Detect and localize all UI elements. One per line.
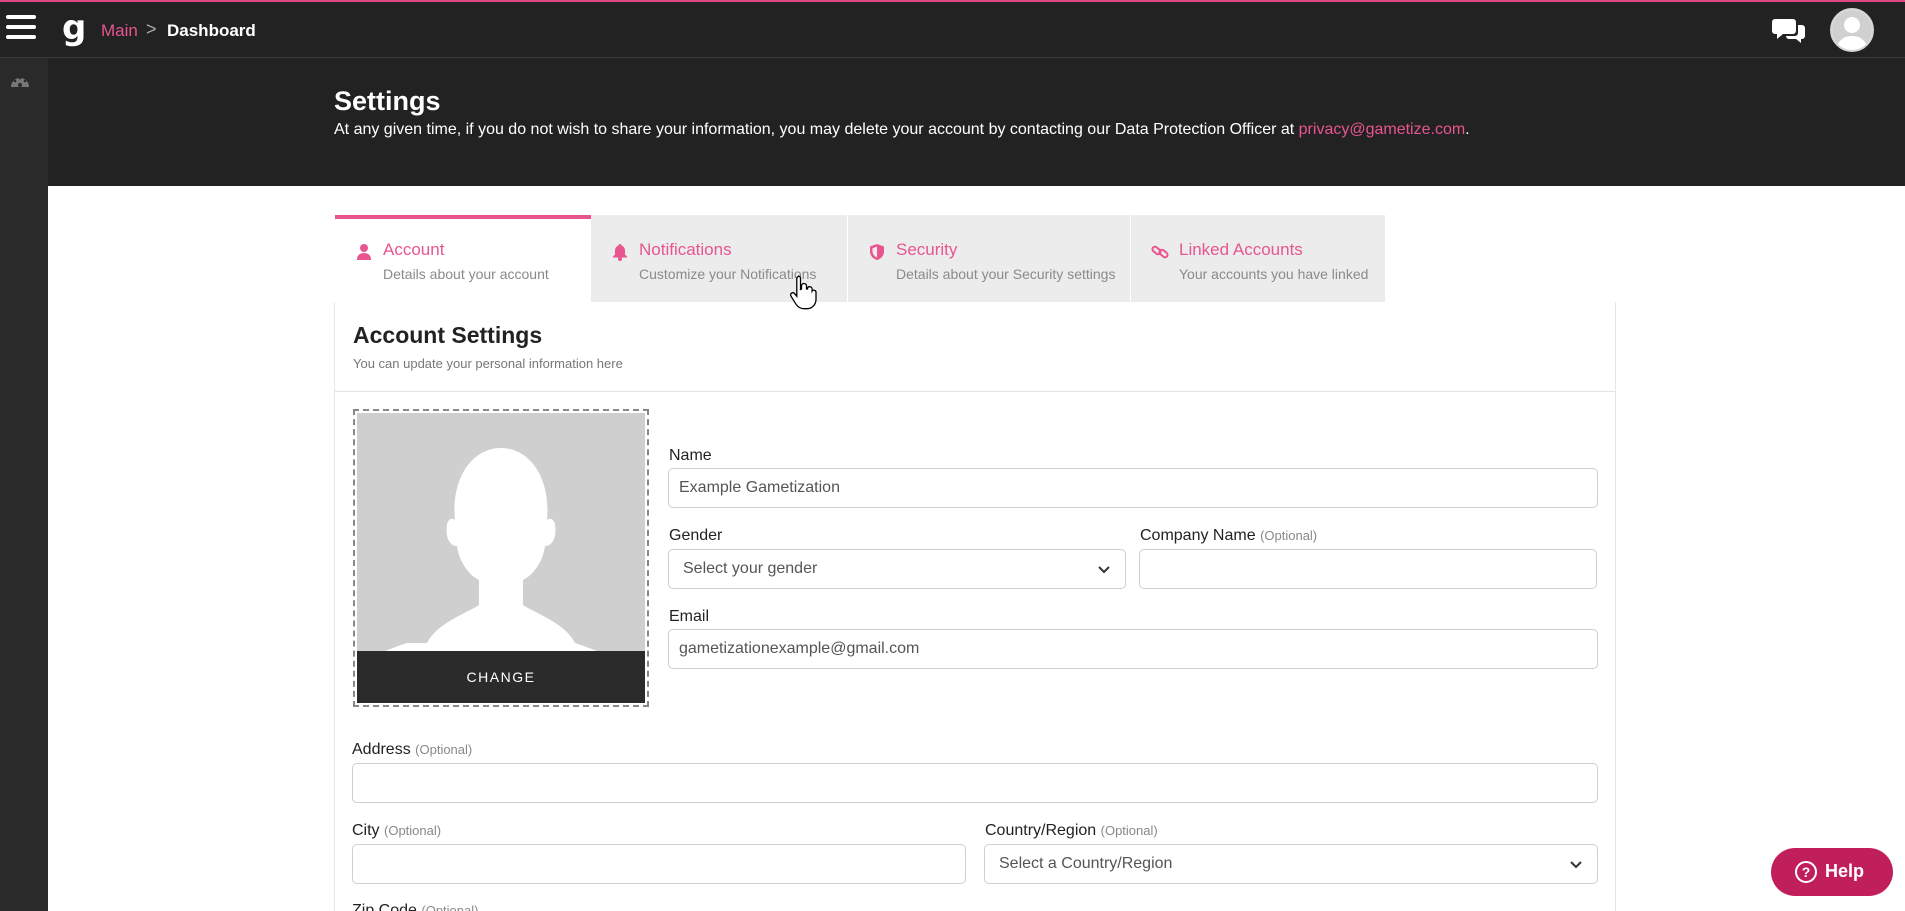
gender-select[interactable]: Select your gender — [668, 549, 1126, 589]
breadcrumb-current: Dashboard — [167, 21, 256, 40]
zip-optional-label: (Optional) — [421, 903, 479, 911]
hamburger-menu-icon[interactable] — [6, 15, 36, 45]
account-settings-card: Account Settings You can update your per… — [334, 302, 1616, 911]
user-avatar[interactable] — [1830, 8, 1874, 52]
tab-account-title: Account — [383, 240, 445, 259]
bell-icon — [613, 244, 627, 261]
change-photo-button[interactable]: CHANGE — [357, 651, 645, 703]
city-input[interactable] — [352, 844, 966, 884]
country-label-text: Country/Region — [985, 822, 1097, 839]
breadcrumb-separator: > — [146, 19, 157, 39]
left-rail — [0, 58, 48, 911]
user-icon — [357, 244, 371, 260]
breadcrumb-main[interactable]: Main — [101, 21, 138, 41]
company-input[interactable] — [1139, 549, 1597, 589]
address-label-text: Address — [352, 741, 411, 758]
dashboard-gauge-icon[interactable] — [9, 71, 31, 91]
account-settings-title: Account Settings — [353, 322, 543, 348]
address-label: Address (Optional) — [352, 741, 472, 759]
company-label: Company Name (Optional) — [1140, 527, 1317, 545]
top-bar: g Main > Dashboard — [0, 0, 1905, 58]
tab-linked-accounts-subtitle: Your accounts you have linked — [1179, 266, 1369, 282]
tab-account-subtitle: Details about your account — [383, 266, 549, 282]
email-label: Email — [669, 608, 709, 626]
name-input[interactable]: Example Gametization — [668, 468, 1598, 508]
country-optional-label: (Optional) — [1100, 823, 1158, 838]
gametize-logo[interactable]: g — [62, 10, 86, 46]
account-settings-subtitle: You can update your personal information… — [353, 356, 623, 371]
country-select-value: Select a Country/Region — [999, 855, 1173, 872]
help-question-icon: ? — [1795, 861, 1817, 883]
privacy-notice-text: At any given time, if you do not wish to… — [334, 121, 1299, 138]
help-button-label: Help — [1825, 861, 1865, 881]
card-header: Account Settings You can update your per… — [335, 302, 1615, 392]
gender-label-text: Gender — [669, 527, 723, 544]
zip-label: Zip Code (Optional) — [352, 902, 478, 911]
city-label-text: City — [352, 822, 380, 839]
page-title: Settings — [334, 86, 441, 116]
link-icon — [1151, 245, 1169, 259]
zip-label-text: Zip Code — [352, 902, 417, 911]
privacy-email-link[interactable]: privacy@gametize.com — [1299, 121, 1466, 138]
city-optional-label: (Optional) — [384, 823, 442, 838]
privacy-notice: At any given time, if you do not wish to… — [334, 121, 1470, 139]
address-input[interactable] — [352, 763, 1598, 803]
gender-select-value: Select your gender — [683, 560, 818, 577]
company-optional-label: (Optional) — [1260, 528, 1318, 543]
profile-photo-upload[interactable]: CHANGE — [353, 409, 649, 707]
email-label-text: Email — [669, 608, 710, 625]
city-label: City (Optional) — [352, 822, 441, 840]
name-label: Name — [669, 447, 712, 465]
tab-security-subtitle: Details about your Security settings — [896, 266, 1116, 282]
country-label: Country/Region (Optional) — [985, 822, 1158, 840]
help-button[interactable]: ? Help — [1771, 848, 1893, 896]
chevron-down-icon — [1098, 566, 1110, 574]
chat-icon[interactable] — [1772, 16, 1806, 44]
gender-label: Gender — [669, 527, 722, 545]
tab-linked-accounts-title: Linked Accounts — [1179, 240, 1303, 259]
tab-linked-accounts[interactable]: Linked Accounts Your accounts you have l… — [1131, 215, 1385, 302]
hand-cursor-icon — [789, 275, 817, 310]
shield-icon — [870, 244, 884, 260]
address-optional-label: (Optional) — [415, 742, 473, 757]
tab-security-title: Security — [896, 240, 958, 259]
email-input[interactable]: gametizationexample@gmail.com — [668, 629, 1598, 669]
country-select[interactable]: Select a Country/Region — [984, 844, 1598, 884]
chevron-down-icon — [1570, 861, 1582, 869]
tab-account[interactable]: Account Details about your account — [335, 215, 591, 302]
privacy-notice-end: . — [1465, 121, 1470, 138]
profile-photo: CHANGE — [357, 413, 645, 703]
name-label-text: Name — [669, 447, 712, 464]
company-label-text: Company Name — [1140, 527, 1256, 544]
tab-security[interactable]: Security Details about your Security set… — [848, 215, 1130, 302]
avatar-silhouette-icon — [1832, 10, 1872, 50]
tab-notifications-title: Notifications — [639, 240, 732, 259]
